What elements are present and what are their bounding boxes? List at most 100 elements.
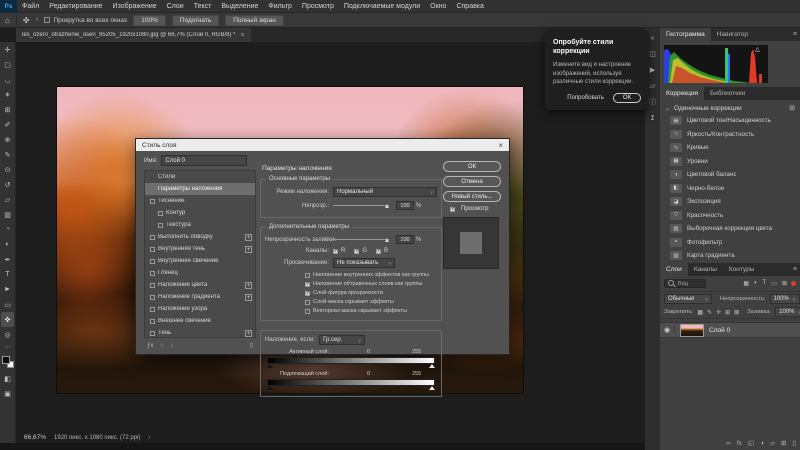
adjustment-item[interactable]: ▨ Выборочная коррекция цвета [660,222,800,236]
layer-style-list-item[interactable]: Внутренняя тень + [145,243,255,255]
menu-item[interactable]: Фильтр [263,0,297,13]
tool-button[interactable]: ⊞ [1,102,14,117]
adjustment-item[interactable]: ▤ Цветовой тон/Насыщенность [660,114,800,128]
dock-panel-icon[interactable]: ↥ [646,110,659,126]
try-button[interactable]: Попробовать [567,95,604,101]
tool-button[interactable]: ✐ [1,117,14,132]
move-effect-up-icon[interactable]: ↑ [160,343,163,349]
layers-footer-icon[interactable]: ∞ [726,440,731,447]
adjustment-item[interactable]: ☼ Яркость/Контрастность [660,128,800,142]
add-effect-instance-icon[interactable]: + [245,282,252,289]
grid-view-icon[interactable]: ⊞ [789,104,795,112]
layers-footer-icon[interactable]: ▯ [792,439,796,447]
layer-thumbnail[interactable] [680,324,704,337]
home-icon[interactable]: ⌂ [5,16,10,25]
blend-mode-select[interactable]: Обычные ˅ [664,294,712,304]
tool-button[interactable]: ► [1,282,14,297]
tool-button[interactable]: ▭ [1,297,14,312]
fill-select[interactable]: 100% ˅ [775,307,800,317]
move-effect-down-icon[interactable]: ↓ [170,343,173,349]
warning-icon[interactable]: △ [755,46,760,53]
menu-item[interactable]: Файл [17,0,44,13]
adjustment-item[interactable]: ◪ Экспозиция [660,195,800,209]
opacity-input[interactable]: 100 [396,201,414,210]
style-checkbox[interactable] [150,283,155,288]
style-checkbox[interactable] [150,199,155,204]
menu-item[interactable]: Подключаемые модули [339,0,425,13]
layers-footer-icon[interactable]: ⊞ [781,439,786,447]
menu-item[interactable]: Просмотр [297,0,339,13]
single-adjustments-section[interactable]: ⌄ Одиночные коррекции ⊞ [660,102,800,114]
zoom-level[interactable]: 66,67% [24,434,46,441]
panel-menu-icon[interactable]: ≡ [793,263,797,276]
layer-name[interactable]: Слой 0 [709,327,730,334]
tool-button[interactable]: ◡ [1,72,14,87]
shadow-stop[interactable] [267,364,273,368]
adjustment-item[interactable]: ▽ Красочность [660,209,800,223]
add-effect-instance-icon[interactable]: + [245,234,252,241]
layer-name-input[interactable]: Слой 0 [161,155,247,166]
style-checkbox[interactable] [150,331,155,336]
menu-item[interactable]: Редактирование [44,0,107,13]
close-icon[interactable]: × [492,141,509,150]
close-tab-icon[interactable]: × [240,32,244,39]
tool-button[interactable]: Т [1,267,14,282]
preview-checkbox[interactable]: Просмотр [450,206,501,212]
panel-tab[interactable]: Навигатор [711,28,754,41]
layer-style-list-item[interactable]: Стили + [145,171,255,183]
layers-footer-icon[interactable]: ▱ [770,439,775,447]
status-chevron-icon[interactable]: › [148,435,150,441]
option-checkbox-row[interactable]: Слой-маска скрывает эффекты [305,299,437,306]
filter-toggle-icon[interactable] [791,281,796,286]
layer-style-list-item[interactable]: Внутреннее свечение + [145,255,255,267]
tool-button[interactable]: ▥ [1,207,14,222]
layer-style-list-item[interactable]: Наложение градиента + [145,291,255,303]
layers-footer-icon[interactable]: ◱ [748,439,754,447]
layers-footer-icon[interactable]: fx [737,440,742,447]
channel-checkbox[interactable]: B [376,248,388,254]
adjustment-item[interactable]: ◑ Цветовой баланс [660,168,800,182]
style-checkbox[interactable] [150,319,155,324]
menu-item[interactable]: Текст [189,0,217,13]
layer-style-list-item[interactable]: Контур + [145,207,255,219]
zoom-100-button[interactable]: 100% [133,15,166,26]
add-effect-icon[interactable]: ƒx [147,343,153,349]
option-checkbox-row[interactable]: Наложение внутренних эффектов как группы [305,272,437,279]
layer-style-list-item[interactable]: Наложение цвета + [145,279,255,291]
color-swatches[interactable] [2,356,14,368]
layer-style-list-item[interactable]: Выполнить обводку + [145,231,255,243]
layer-filter-icon[interactable]: Т [763,280,767,287]
foreground-color-swatch[interactable] [2,356,10,364]
fit-screen-button[interactable]: Подогнать [172,15,219,26]
tool-button[interactable]: ✒ [1,252,14,267]
panel-tab[interactable]: Библиотеки [704,87,751,100]
style-checkbox[interactable] [150,295,155,300]
tool-button[interactable]: ↺ [1,177,14,192]
fullscreen-button[interactable]: Полный экран [225,15,284,26]
notification-ok-button[interactable]: ОК [613,93,641,103]
panel-tab[interactable]: Слои [660,263,688,276]
tool-button[interactable]: ◔ [1,222,14,237]
panel-tab[interactable]: Коррекция [660,87,704,100]
opacity-slider[interactable] [333,205,389,206]
panel-menu-icon[interactable]: ≡ [793,28,797,41]
fill-opacity-slider[interactable] [333,239,389,240]
delete-effect-icon[interactable]: ▯ [250,342,253,349]
fill-opacity-input[interactable]: 100 [396,235,414,244]
layer-filter-icon[interactable]: ◐ [754,280,758,287]
style-checkbox[interactable] [158,211,163,216]
tool-button[interactable]: ⊙ [1,162,14,177]
layer-style-list-item[interactable]: Тень + [145,327,255,338]
panel-tab[interactable]: Контуры [723,263,761,276]
layers-footer-icon[interactable]: ◑ [760,440,764,447]
knockout-select[interactable]: Не показывать ˅ [333,258,395,268]
adjustment-item[interactable]: ∿ Кривые [660,141,800,155]
add-effect-instance-icon[interactable]: + [245,330,252,337]
style-checkbox[interactable] [150,235,155,240]
chevron-down-icon[interactable]: ˅ [36,17,39,23]
adjustment-item[interactable]: ◧ Черно-белое [660,182,800,196]
hand-tool-icon[interactable]: ✜ [23,16,30,25]
tool-button[interactable]: ✛ [1,42,14,57]
tool-button[interactable]: ▱ [1,192,14,207]
add-effect-instance-icon[interactable]: + [245,294,252,301]
